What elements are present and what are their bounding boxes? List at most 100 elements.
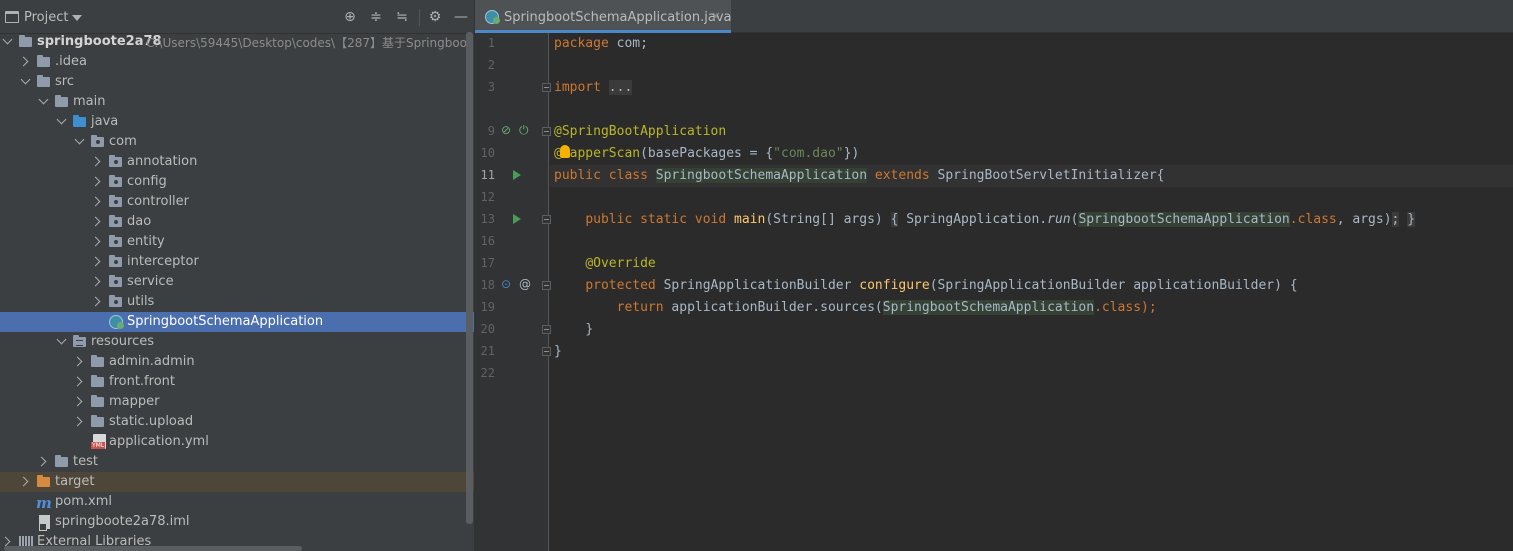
tree-item-interceptor[interactable]: interceptor (0, 252, 474, 272)
folded-brace[interactable]: } (1407, 212, 1416, 227)
locate-icon[interactable]: ⊕ (342, 9, 358, 25)
folded-imports[interactable]: ... (608, 80, 633, 95)
tree-item-application-yml[interactable]: application.yml (0, 432, 474, 452)
tree-item-label: entity (127, 234, 165, 249)
folder-icon (91, 355, 104, 367)
tree-item-label: static.upload (109, 414, 194, 429)
line-number: 18 (480, 278, 495, 292)
chevron-right-icon[interactable] (90, 196, 101, 207)
tree-item-pom-xml[interactable]: m pom.xml (0, 492, 474, 512)
chevron-right-icon[interactable] (90, 256, 101, 267)
tree-item-main[interactable]: main (0, 92, 474, 112)
chevron-right-icon[interactable] (90, 296, 101, 307)
tree-item-com[interactable]: com (0, 132, 474, 152)
tree-item-entity[interactable]: entity (0, 232, 474, 252)
code-line-3: import ... (550, 77, 1513, 99)
expand-all-icon[interactable]: ≑ (368, 9, 384, 25)
chevron-right-icon[interactable] (90, 216, 101, 227)
tree-item-static-upload[interactable]: static.upload (0, 412, 474, 432)
tree-item-annotation[interactable]: annotation (0, 152, 474, 172)
chevron-down-icon[interactable] (2, 34, 13, 45)
lightbulb-icon[interactable] (560, 145, 570, 158)
tree-item-label: config (127, 174, 167, 189)
spring-boot-run-icon[interactable]: ⏻ (519, 123, 529, 138)
run-icon[interactable] (513, 214, 521, 224)
tree-item-label: SpringbootSchemaApplication (127, 314, 324, 329)
module-folder-icon (19, 35, 32, 47)
chevron-right-icon[interactable] (36, 456, 47, 467)
tree-item-target[interactable]: target (0, 472, 474, 492)
tree-item-springbootschemaapplication[interactable]: SpringbootSchemaApplication (0, 312, 474, 332)
chevron-down-icon[interactable] (38, 94, 49, 105)
project-panel-header: Project ⊕ ≑ ≒ ⚙ — (0, 0, 474, 34)
chevron-down-icon[interactable] (56, 334, 67, 345)
tree-item-dao[interactable]: dao (0, 212, 474, 232)
tree-item-config[interactable]: config (0, 172, 474, 192)
tree-item-iml[interactable]: springboote2a78.iml (0, 512, 474, 532)
code-text: }) (843, 146, 860, 161)
chevron-right-icon[interactable] (0, 536, 11, 547)
code-line-11: public class SpringbootSchemaApplication… (550, 165, 1513, 187)
at-icon[interactable]: @ (519, 277, 531, 291)
code-area[interactable]: package com; import ... @SpringBootAppli… (550, 33, 1513, 551)
keyword: import (554, 80, 601, 95)
code-text: } (585, 322, 594, 337)
tree-item-label: com (109, 134, 137, 149)
string-literal: "com.dao" (773, 146, 844, 161)
override-icon[interactable]: ⊙ (501, 277, 511, 291)
tree-item-utils[interactable]: utils (0, 292, 474, 312)
chevron-right-icon[interactable] (72, 356, 83, 367)
tree-item-src[interactable]: src (0, 72, 474, 92)
class-name: SpringbootSchemaApplication (1078, 212, 1290, 227)
chevron-down-icon[interactable] (20, 74, 31, 85)
chevron-right-icon[interactable] (90, 156, 101, 167)
line-number: 16 (480, 234, 495, 248)
tree-item-resources[interactable]: resources (0, 332, 474, 352)
chevron-right-icon[interactable] (90, 276, 101, 287)
tree-item-controller[interactable]: controller (0, 192, 474, 212)
tree-item-admin-admin[interactable]: admin.admin (0, 352, 474, 372)
tree-item-service[interactable]: service (0, 272, 474, 292)
chevron-right-icon[interactable] (90, 176, 101, 187)
chevron-right-icon[interactable] (18, 476, 29, 487)
minimize-icon[interactable]: — (453, 9, 469, 25)
chevron-down-icon[interactable] (74, 134, 85, 145)
line-number: 13 (480, 212, 495, 226)
tree-item-mapper[interactable]: mapper (0, 392, 474, 412)
folder-icon (91, 415, 104, 427)
line-number: 2 (487, 58, 495, 72)
close-icon[interactable]: × (711, 9, 721, 23)
line-number: 12 (480, 190, 495, 204)
project-view-selector[interactable]: Project (24, 10, 68, 25)
tree-item-test[interactable]: test (0, 452, 474, 472)
tree-item-idea[interactable]: .idea (0, 52, 474, 72)
spring-bean-icon[interactable]: ⊘ (501, 123, 511, 137)
run-icon[interactable] (513, 170, 521, 180)
keyword: .class (1289, 212, 1337, 227)
gear-icon[interactable]: ⚙ (427, 9, 443, 25)
chevron-down-icon[interactable] (56, 114, 67, 125)
package-icon (109, 235, 122, 247)
tree-item-front-front[interactable]: front.front (0, 372, 474, 392)
tree-item-springboote2a78[interactable]: springboote2a78 C:\Users\59445\Desktop\c… (0, 32, 474, 52)
chevron-right-icon[interactable] (18, 56, 29, 67)
code-text: (basePackages = { (640, 146, 774, 161)
chevron-right-icon[interactable] (90, 236, 101, 247)
tree-item-label: dao (127, 214, 152, 229)
tree-vertical-scrollbar[interactable] (466, 32, 473, 524)
tree-item-java[interactable]: java (0, 112, 474, 132)
chevron-right-icon[interactable] (72, 376, 83, 387)
method-name: run (1047, 212, 1071, 227)
tree-item-label: mapper (109, 394, 160, 409)
tree-horizontal-scrollbar[interactable] (4, 546, 302, 551)
tab-springbootschemaapplication-java[interactable]: SpringbootSchemaApplication.java × (475, 0, 731, 33)
keyword: return (616, 300, 664, 315)
collapse-all-icon[interactable]: ≒ (394, 9, 410, 25)
chevron-down-icon[interactable] (72, 15, 82, 21)
chevron-right-icon[interactable] (72, 416, 83, 427)
source-folder-icon (73, 115, 86, 127)
semicolon: ; (1391, 212, 1400, 227)
toolbar-divider (419, 9, 420, 26)
chevron-right-icon[interactable] (72, 396, 83, 407)
yaml-file-icon (91, 434, 106, 449)
